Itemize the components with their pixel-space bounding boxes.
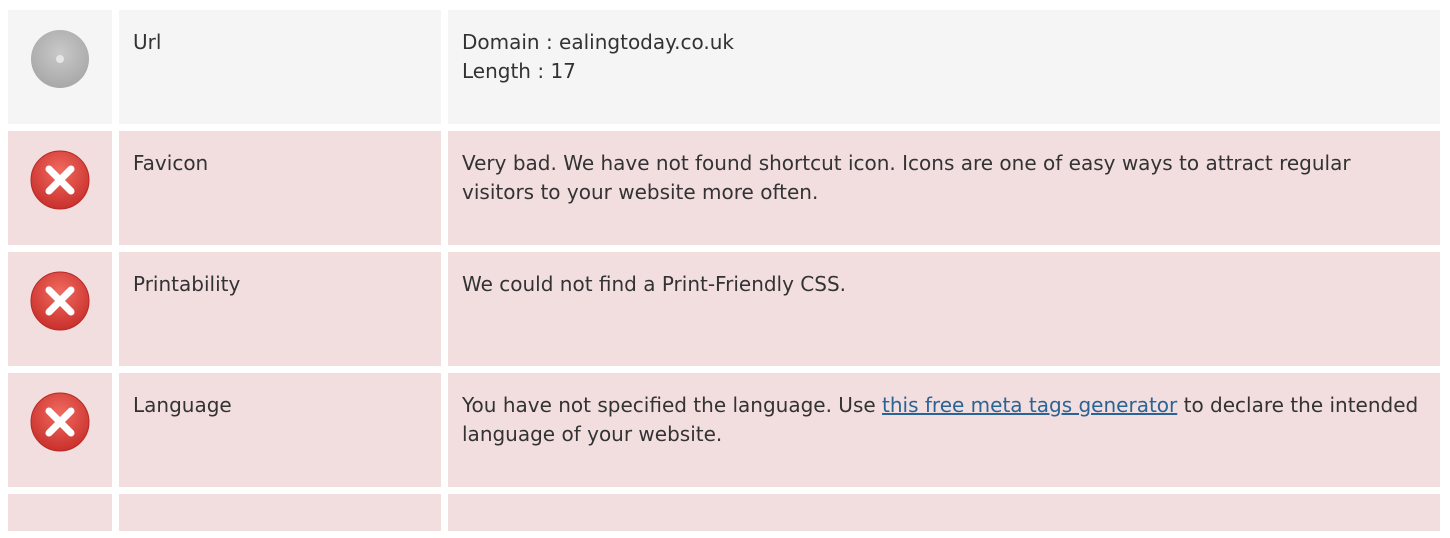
- row-label: [119, 494, 441, 531]
- status-cell: [8, 494, 112, 531]
- row-description: Very bad. We have not found shortcut ico…: [448, 131, 1440, 245]
- error-x-icon: [30, 150, 90, 210]
- domain-line: Domain : ealingtoday.co.uk: [462, 30, 734, 54]
- report-row-language: Language You have not specified the lang…: [8, 373, 1440, 487]
- report-row-favicon: Favicon Very bad. We have not found shor…: [8, 131, 1440, 245]
- report-row-next: [8, 494, 1440, 531]
- status-cell: [8, 373, 112, 487]
- error-x-icon: [30, 392, 90, 452]
- neutral-circle-icon: [31, 30, 89, 88]
- row-label: Url: [119, 10, 441, 124]
- language-text-before: You have not specified the language. Use: [462, 393, 883, 417]
- row-description: We could not find a Print-Friendly CSS.: [448, 252, 1440, 366]
- row-label: Favicon: [119, 131, 441, 245]
- status-cell: [8, 131, 112, 245]
- row-description: [448, 494, 1440, 531]
- row-label: Language: [119, 373, 441, 487]
- status-cell: [8, 10, 112, 124]
- seo-report-table: Url Domain : ealingtoday.co.uk Length : …: [8, 10, 1440, 538]
- error-x-icon: [30, 271, 90, 331]
- report-row-printability: Printability We could not find a Print-F…: [8, 252, 1440, 366]
- length-line: Length : 17: [462, 59, 576, 83]
- row-label: Printability: [119, 252, 441, 366]
- row-description: You have not specified the language. Use…: [448, 373, 1440, 487]
- report-row-url: Url Domain : ealingtoday.co.uk Length : …: [8, 10, 1440, 124]
- status-cell: [8, 252, 112, 366]
- row-description: Domain : ealingtoday.co.uk Length : 17: [448, 10, 1440, 124]
- meta-tags-generator-link[interactable]: this free meta tags generator: [882, 393, 1177, 417]
